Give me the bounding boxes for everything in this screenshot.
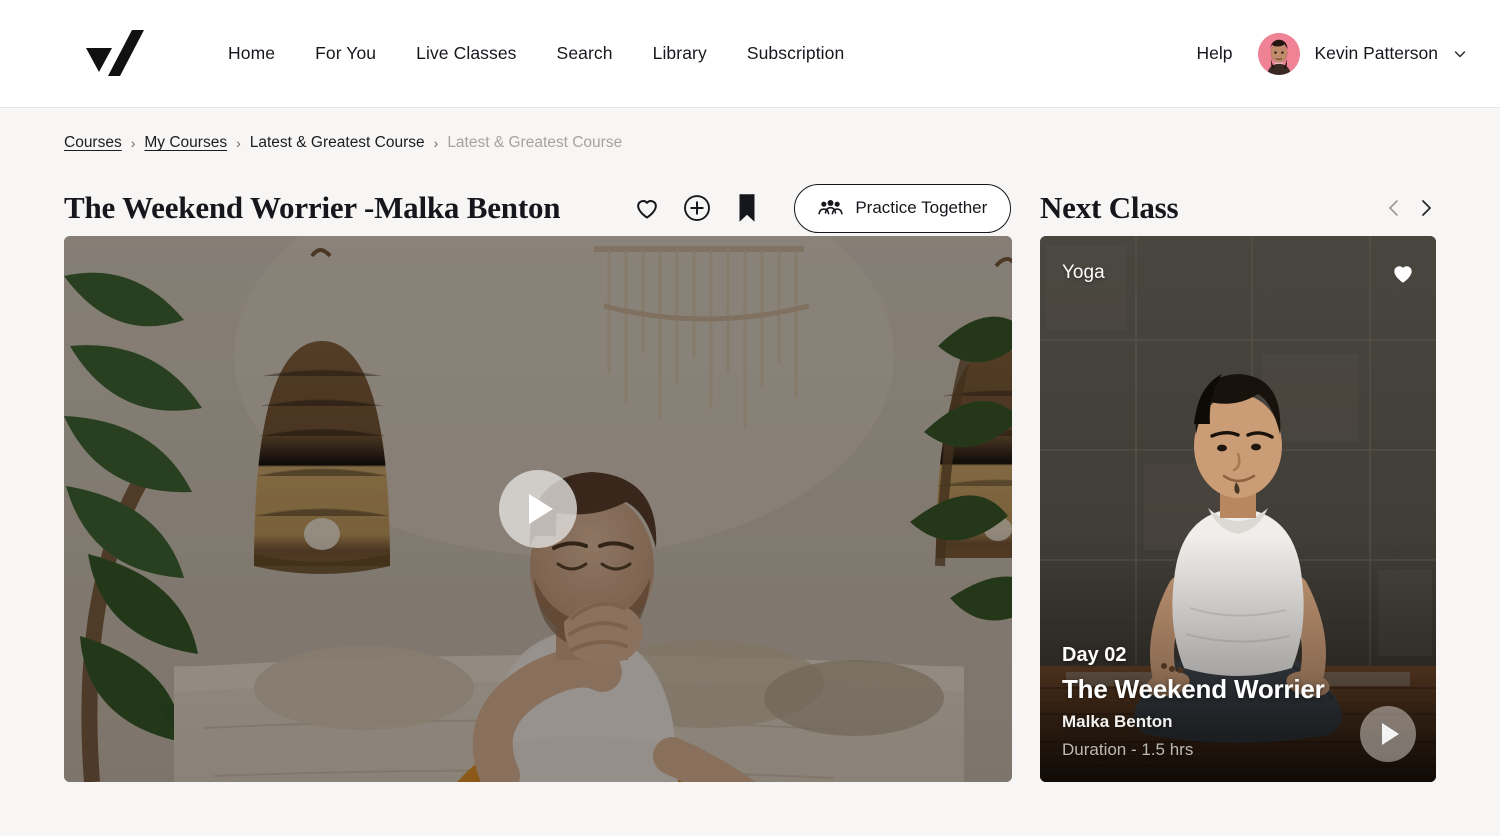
- breadcrumb-separator: ›: [236, 135, 241, 151]
- practice-together-label: Practice Together: [855, 198, 988, 217]
- user-menu[interactable]: Kevin Patterson: [1258, 32, 1468, 75]
- title-row: The Weekend Worrier -Malka Benton Practi…: [64, 180, 1012, 236]
- chevron-down-icon: [1454, 50, 1466, 57]
- nav-item-live-classes[interactable]: Live Classes: [414, 39, 518, 68]
- next-class-card[interactable]: Yoga Day 02 The Weekend Worrier Malka Be…: [1040, 236, 1436, 782]
- page-title: The Weekend Worrier -Malka Benton: [64, 190, 561, 225]
- breadcrumb-item-my-courses[interactable]: My Courses: [144, 134, 227, 152]
- class-detail-column: The Weekend Worrier -Malka Benton Practi…: [64, 180, 1012, 782]
- breadcrumb: Courses › My Courses › Latest & Greatest…: [0, 108, 1500, 152]
- next-class-column: Next Class Yoga Day 02 The Weekend Worri…: [1040, 180, 1436, 782]
- heart-filled-icon[interactable]: [1390, 260, 1416, 286]
- header-right: Help Kevin Patterson: [1196, 32, 1468, 75]
- chevron-left-icon[interactable]: [1384, 198, 1404, 218]
- practice-together-button[interactable]: Practice Together: [794, 183, 1012, 233]
- main-content: The Weekend Worrier -Malka Benton Practi…: [0, 180, 1500, 782]
- avatar: [1258, 32, 1301, 75]
- class-actions: Practice Together: [632, 183, 1012, 233]
- group-people-icon: [818, 199, 844, 214]
- breadcrumb-separator: ›: [130, 135, 136, 151]
- brand-logo[interactable]: [82, 26, 146, 82]
- breadcrumb-item-course[interactable]: Latest & Greatest Course: [250, 134, 425, 152]
- class-video-player[interactable]: [64, 236, 1012, 782]
- play-icon[interactable]: [1360, 706, 1416, 762]
- nav-item-home[interactable]: Home: [226, 39, 277, 68]
- card-category-label: Yoga: [1062, 262, 1105, 283]
- help-link[interactable]: Help: [1196, 43, 1232, 64]
- plus-circle-icon[interactable]: [682, 193, 712, 223]
- breadcrumb-item-courses[interactable]: Courses: [64, 134, 122, 152]
- carousel-controls: [1384, 198, 1436, 218]
- user-name: Kevin Patterson: [1314, 43, 1438, 63]
- nav-item-library[interactable]: Library: [651, 39, 709, 68]
- card-class-title: The Weekend Worrier: [1062, 674, 1325, 704]
- card-day-label: Day 02: [1062, 644, 1127, 666]
- nav-item-search[interactable]: Search: [555, 39, 615, 68]
- next-class-header: Next Class: [1040, 180, 1436, 236]
- breadcrumb-item-current: Latest & Greatest Course: [447, 134, 623, 151]
- main-nav: Home For You Live Classes Search Library…: [226, 39, 846, 68]
- next-class-title: Next Class: [1040, 190, 1179, 225]
- chevron-right-icon[interactable]: [1416, 198, 1436, 218]
- bookmark-filled-icon[interactable]: [732, 193, 762, 223]
- nav-item-for-you[interactable]: For You: [313, 39, 378, 68]
- play-icon[interactable]: [499, 470, 577, 548]
- heart-outline-icon[interactable]: [632, 193, 662, 223]
- site-header: Home For You Live Classes Search Library…: [0, 0, 1500, 108]
- nav-item-subscription[interactable]: Subscription: [745, 39, 847, 68]
- breadcrumb-separator: ›: [433, 135, 439, 151]
